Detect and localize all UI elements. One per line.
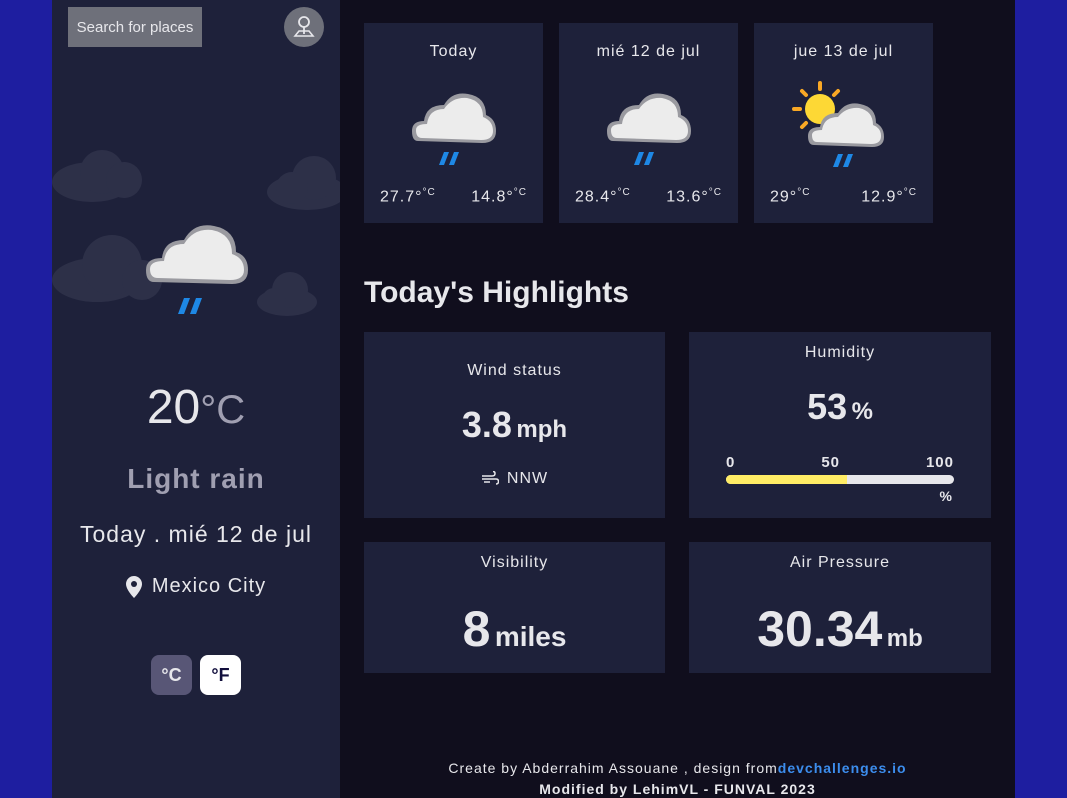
forecast-min-temp: 13.6°°C bbox=[666, 187, 722, 206]
weather-app: Search for places 20°C Light rain Today … bbox=[52, 0, 1015, 798]
air-pressure-value: 30.34 mb bbox=[757, 601, 923, 657]
location-pin-icon bbox=[293, 16, 315, 37]
forecast-day: jue 13 de jul bbox=[793, 43, 894, 60]
footer-credit-text: Create by Abderrahim Assouane , design f… bbox=[448, 760, 778, 776]
forecast-list: Today 27.7°°C 14.8°°C mié 12 de jul 28.4… bbox=[364, 23, 933, 223]
weather-description: Light rain bbox=[127, 463, 265, 494]
humidity-card: Humidity 53 % 0 50 100 % bbox=[689, 332, 991, 518]
humidity-progress-fill bbox=[726, 475, 847, 484]
unit-toggle: °C °F bbox=[151, 655, 241, 695]
light-rain-icon bbox=[607, 93, 691, 165]
wind-icon bbox=[481, 471, 499, 485]
forecast-card: Today 27.7°°C 14.8°°C bbox=[364, 23, 543, 223]
footer-modified: Modified by LehimVL - FUNVAL 2023 bbox=[539, 781, 816, 797]
wind-status-card: Wind status 3.8 mph NNW bbox=[364, 332, 665, 518]
humidity-bar-ticks: 0 50 100 bbox=[726, 454, 954, 471]
visibility-label: Visibility bbox=[480, 554, 549, 571]
celsius-button[interactable]: °C bbox=[151, 655, 192, 695]
current-location: Mexico City bbox=[52, 575, 340, 598]
visibility-card: Visibility 8 miles bbox=[364, 542, 665, 673]
humidity-percent-label: % bbox=[939, 488, 952, 504]
humidity-bar-container: 0 50 100 % bbox=[726, 454, 954, 504]
location-name: Mexico City bbox=[151, 575, 267, 597]
devchallenges-link[interactable]: devchallenges.io bbox=[778, 760, 907, 776]
forecast-max-temp: 27.7°°C bbox=[380, 187, 436, 206]
air-pressure-label: Air Pressure bbox=[789, 554, 891, 571]
forecast-card: mié 12 de jul 28.4°°C 13.6°°C bbox=[559, 23, 738, 223]
temperature-unit: °C bbox=[200, 388, 246, 432]
current-date: Today . mié 12 de jul bbox=[80, 521, 312, 547]
forecast-card: jue 13 de jul 29°°C 12.9°°C bbox=[754, 23, 933, 223]
forecast-day: Today bbox=[429, 43, 478, 60]
forecast-min-temp: 14.8°°C bbox=[471, 187, 527, 206]
forecast-max-temp: 28.4°°C bbox=[575, 187, 631, 206]
forecast-max-temp: 29°°C bbox=[770, 187, 811, 206]
humidity-label: Humidity bbox=[804, 344, 876, 361]
sun-cloud-rain-icon bbox=[792, 81, 884, 167]
current-location-button[interactable] bbox=[284, 7, 324, 47]
forecast-min-temp: 12.9°°C bbox=[861, 187, 917, 206]
footer-credit: Create by Abderrahim Assouane , design f… bbox=[340, 760, 1015, 776]
light-rain-icon bbox=[146, 225, 248, 314]
current-temperature: 20°C bbox=[52, 380, 340, 435]
forecast-day: mié 12 de jul bbox=[596, 43, 701, 60]
main-panel: Today 27.7°°C 14.8°°C mié 12 de jul 28.4… bbox=[340, 0, 1015, 798]
temperature-value: 20 bbox=[146, 381, 201, 434]
map-pin-icon bbox=[125, 575, 142, 598]
wind-direction: NNW bbox=[364, 470, 665, 488]
sidebar: Search for places 20°C Light rain Today … bbox=[52, 0, 340, 798]
highlights-title: Today's Highlights bbox=[364, 276, 629, 309]
humidity-value: 53 % bbox=[807, 386, 873, 427]
wind-status-label: Wind status bbox=[467, 362, 562, 379]
air-pressure-card: Air Pressure 30.34 mb bbox=[689, 542, 991, 673]
light-rain-icon bbox=[412, 93, 496, 165]
search-places-button[interactable]: Search for places bbox=[68, 7, 202, 47]
humidity-progress-bar bbox=[726, 475, 954, 484]
visibility-value: 8 miles bbox=[462, 601, 567, 657]
fahrenheit-button[interactable]: °F bbox=[200, 655, 241, 695]
wind-direction-text: NNW bbox=[506, 470, 549, 487]
wind-status-value: 3.8 mph bbox=[461, 404, 568, 445]
